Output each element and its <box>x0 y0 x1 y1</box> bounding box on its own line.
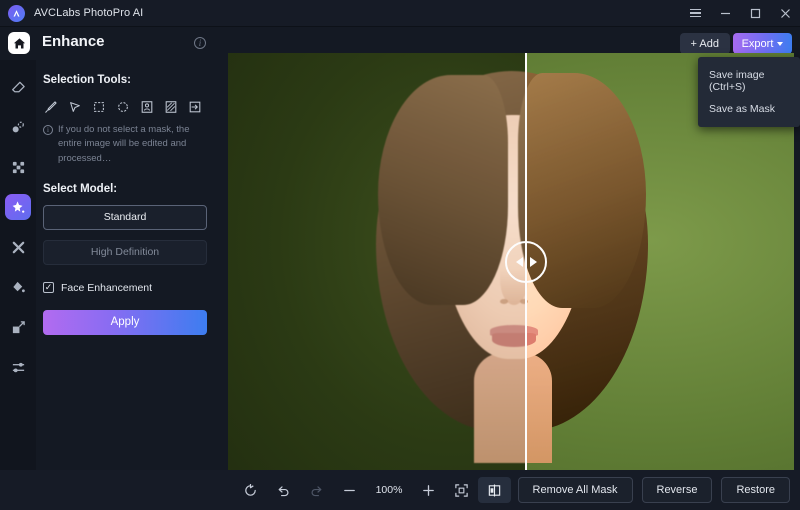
add-button[interactable]: + Add <box>679 33 730 54</box>
brush-tool-icon[interactable] <box>43 99 58 114</box>
neck <box>525 353 552 463</box>
window-controls <box>680 0 800 27</box>
compare-view-icon[interactable] <box>478 477 511 503</box>
photo-half-original <box>228 53 525 470</box>
compare-handle-icon[interactable] <box>505 241 547 283</box>
enhance-panel: Selection Tools: i If you do not select … <box>36 60 222 510</box>
zoom-in-icon[interactable] <box>412 477 445 503</box>
home-icon[interactable] <box>8 32 30 54</box>
arrow-left-icon <box>515 257 523 267</box>
face-enhancement-row[interactable]: ✓ Face Enhancement <box>43 282 222 294</box>
rail-item-enhance[interactable] <box>5 194 31 220</box>
info-icon[interactable]: i <box>194 37 206 49</box>
mask-hint-text: If you do not select a mask, the entire … <box>58 124 190 164</box>
undo-icon[interactable] <box>267 477 300 503</box>
reset-icon[interactable] <box>234 477 267 503</box>
restore-button[interactable]: Restore <box>721 477 790 503</box>
app-title: AVCLabs PhotoPro AI <box>34 7 144 19</box>
minimize-icon[interactable] <box>710 0 740 27</box>
menu-item-save-image[interactable]: Save image (Ctrl+S) <box>698 64 800 98</box>
remove-all-mask-button[interactable]: Remove All Mask <box>517 477 633 503</box>
nostril-left <box>500 299 508 304</box>
menu-item-save-as-mask[interactable]: Save as Mask <box>698 98 800 120</box>
maximize-icon[interactable] <box>740 0 770 27</box>
portrait-original <box>228 53 525 470</box>
apply-button[interactable]: Apply <box>43 309 207 335</box>
rail-item-retouch[interactable] <box>5 234 31 260</box>
arrow-right-icon <box>529 257 537 267</box>
title-bar: AVCLabs PhotoPro AI <box>0 0 800 27</box>
neck <box>474 353 525 463</box>
rectangle-select-tool-icon[interactable] <box>91 99 106 114</box>
model-option-standard[interactable]: Standard <box>43 204 207 230</box>
select-model-label: Select Model: <box>43 182 118 195</box>
rail-item-colorize[interactable] <box>5 274 31 300</box>
face-enhancement-label: Face Enhancement <box>61 281 153 294</box>
import-mask-tool-icon[interactable] <box>187 99 202 114</box>
export-dropdown-menu[interactable]: Save image (Ctrl+S) Save as Mask <box>698 57 800 127</box>
rail-item-upscale[interactable] <box>5 314 31 340</box>
background-select-tool-icon[interactable] <box>163 99 178 114</box>
zoom-tools: 100% <box>234 477 511 503</box>
rail-item-denoise[interactable] <box>5 154 31 180</box>
zoom-out-icon[interactable] <box>333 477 366 503</box>
rail-item-object-removal[interactable] <box>5 114 31 140</box>
subject-select-tool-icon[interactable] <box>139 99 154 114</box>
rail-item-adjust[interactable] <box>5 354 31 380</box>
model-option-high-definition[interactable]: High Definition <box>43 239 207 265</box>
bottom-toolbar: 100% Remove All Mask Reverse Restore <box>0 470 800 510</box>
close-icon[interactable] <box>770 0 800 27</box>
export-button[interactable]: Export <box>733 33 792 54</box>
avclabs-logo-icon <box>8 4 25 22</box>
export-button-label: Export <box>741 37 774 50</box>
reverse-button[interactable]: Reverse <box>641 477 713 503</box>
mask-actions: Remove All Mask Reverse Restore <box>517 477 790 503</box>
selection-tools-row <box>43 99 222 114</box>
chevron-down-icon <box>777 41 784 46</box>
redo-icon[interactable] <box>300 477 333 503</box>
app-window: AVCLabs PhotoPro AI Enhance i + Add Expo… <box>0 0 800 510</box>
tool-rail <box>0 60 36 510</box>
page-title: Enhance <box>42 33 105 50</box>
ellipse-select-tool-icon[interactable] <box>115 99 130 114</box>
hamburger-menu-icon[interactable] <box>680 0 710 27</box>
fit-to-screen-icon[interactable] <box>445 477 478 503</box>
info-icon: i <box>43 125 53 135</box>
magic-wand-tool-icon[interactable] <box>67 99 82 114</box>
hair-front-left <box>378 75 508 305</box>
mask-hint: i If you do not select a mask, the entir… <box>43 123 222 166</box>
face-enhancement-checkbox[interactable]: ✓ <box>43 282 54 294</box>
zoom-level[interactable]: 100% <box>366 484 412 496</box>
rail-item-eraser[interactable] <box>5 74 31 100</box>
selection-tools-label: Selection Tools: <box>43 74 131 86</box>
